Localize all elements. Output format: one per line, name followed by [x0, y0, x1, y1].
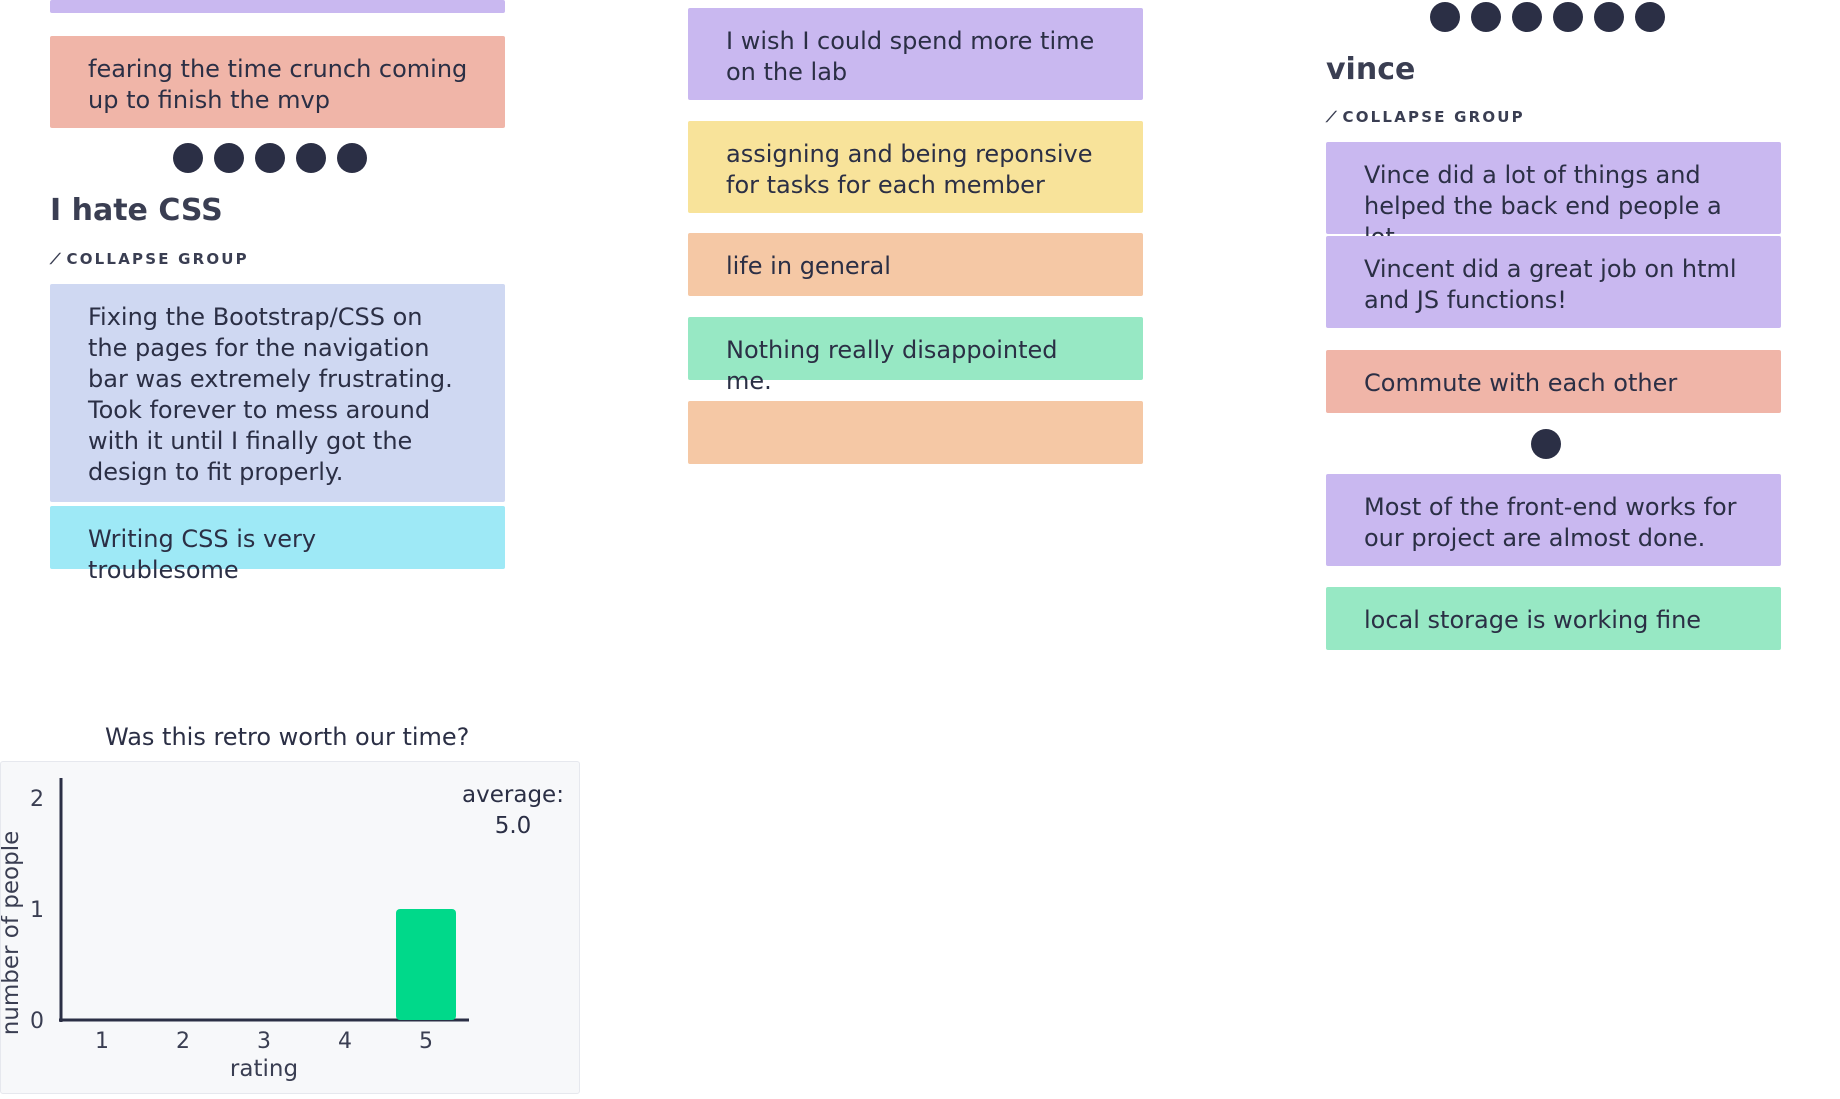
collapse-icon: ⟋ — [1326, 108, 1337, 126]
average-value: 5.0 — [495, 813, 532, 839]
vote-dot — [1531, 429, 1561, 459]
y-tick-label: 1 — [30, 898, 44, 923]
retro-card[interactable]: I wish I could spend more time on the la… — [688, 8, 1143, 100]
retro-card[interactable]: Commute with each other — [1326, 350, 1781, 413]
vote-dot — [1430, 2, 1460, 32]
collapse-group-label: COLLAPSE GROUP — [1342, 108, 1525, 126]
collapse-group-button[interactable]: ⟋ COLLAPSE GROUP — [1326, 108, 1525, 126]
vote-dot — [296, 143, 326, 173]
vote-dot — [214, 143, 244, 173]
x-tick-label: 5 — [419, 1029, 433, 1054]
vote-dot — [337, 143, 367, 173]
y-tick-label: 0 — [30, 1009, 44, 1034]
collapse-group-button[interactable]: ⟋ COLLAPSE GROUP — [50, 250, 249, 268]
retro-card[interactable]: Vincent did a great job on html and JS f… — [1326, 236, 1781, 328]
retro-card[interactable]: local storage is working fine — [1326, 587, 1781, 650]
x-tick-label: 4 — [338, 1029, 352, 1054]
vote-dot — [255, 143, 285, 173]
retro-card[interactable]: life in general — [688, 233, 1143, 296]
retro-card[interactable]: Fixing the Bootstrap/CSS on the pages fo… — [50, 284, 505, 502]
x-axis-label: rating — [230, 1056, 298, 1082]
y-axis-label: number of people — [1, 831, 24, 1036]
card-top-partial[interactable] — [50, 0, 505, 13]
x-tick-label: 1 — [95, 1029, 109, 1054]
rating-chart: 0 1 2 1 2 3 4 5 rating number of people average: 5.… — [0, 778, 564, 1082]
retro-card[interactable]: Writing CSS is very troublesome — [50, 506, 505, 584]
group-title: vince — [1326, 52, 1416, 87]
retro-card[interactable]: Vince did a lot of things and helped the… — [1326, 142, 1781, 251]
group-title: I hate CSS — [50, 193, 223, 228]
collapse-group-label: COLLAPSE GROUP — [66, 250, 249, 268]
collapse-icon: ⟋ — [50, 250, 61, 268]
vote-dot — [1471, 2, 1501, 32]
x-tick-label: 2 — [176, 1029, 190, 1054]
bar-rating-5 — [396, 909, 456, 1020]
average-label: average: — [462, 782, 564, 808]
vote-dot — [1635, 2, 1665, 32]
retro-card[interactable]: Most of the front-end works for our proj… — [1326, 474, 1781, 566]
vote-dots — [173, 143, 367, 173]
retro-card[interactable]: Nothing really disappointed me. — [688, 317, 1143, 395]
vote-dot — [1594, 2, 1624, 32]
vote-dot — [173, 143, 203, 173]
retro-card-empty[interactable] — [688, 401, 1143, 464]
retro-card[interactable]: fearing the time crunch coming up to fin… — [50, 36, 505, 128]
vote-dots — [1430, 2, 1665, 32]
x-tick-label: 3 — [257, 1029, 271, 1054]
y-tick-label: 2 — [30, 787, 44, 812]
vote-dot — [1512, 2, 1542, 32]
vote-dot — [1553, 2, 1583, 32]
rating-chart-panel: 0 1 2 1 2 3 4 5 rating number of people average: 5.… — [0, 761, 580, 1094]
retro-card[interactable]: assigning and being reponsive for tasks … — [688, 121, 1143, 213]
vote-dots — [1531, 429, 1561, 459]
chart-title: Was this retro worth our time? — [105, 723, 470, 751]
